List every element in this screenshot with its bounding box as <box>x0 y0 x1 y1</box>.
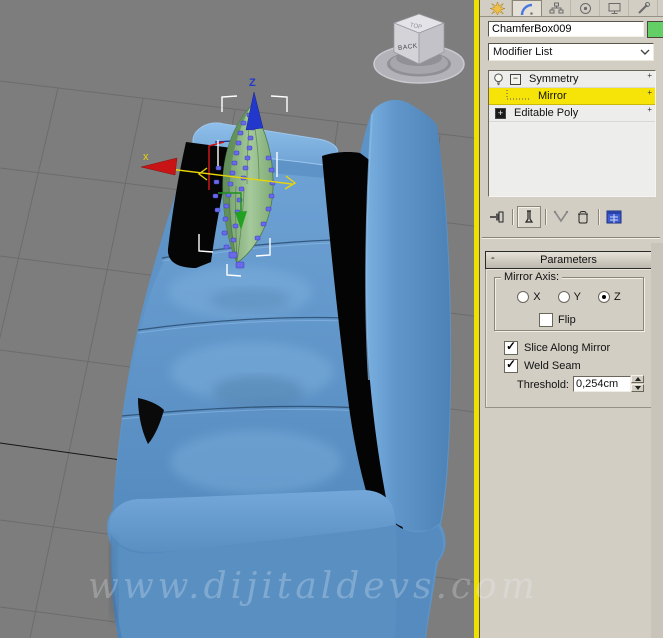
command-panel: Modifier List − Symmetry + Mirror + <box>479 0 663 638</box>
rollout-collapse-icon[interactable]: - <box>491 252 495 264</box>
radio-x[interactable]: X <box>517 291 541 303</box>
flip-checkbox-row[interactable]: Flip <box>539 313 576 327</box>
remove-modifier-button[interactable] <box>572 207 594 227</box>
viewport-3d[interactable]: Z x TOP BACK <box>0 0 474 638</box>
remove-modifier-icon <box>578 210 588 223</box>
threshold-label: Threshold: <box>517 379 569 391</box>
chevron-down-icon[interactable] <box>637 49 653 55</box>
spinner-down-icon <box>634 386 641 390</box>
checkmark-icon: ✓ <box>506 357 517 371</box>
radio-x-label: X <box>533 291 541 303</box>
panel-divider <box>482 237 660 239</box>
stack-row-marker: + <box>647 88 652 97</box>
slice-along-mirror-label: Slice Along Mirror <box>524 342 611 354</box>
parameters-rollout-header[interactable]: - Parameters <box>485 251 652 269</box>
radio-selected-dot <box>601 295 606 299</box>
tab-create[interactable] <box>483 0 512 16</box>
tab-modify[interactable] <box>512 0 542 16</box>
x-axis-label: x <box>143 151 149 163</box>
spinner-down-button[interactable] <box>631 384 644 392</box>
tab-utilities[interactable] <box>629 0 658 16</box>
make-unique-button[interactable] <box>550 207 572 227</box>
collapse-toggle-icon[interactable]: + <box>495 107 506 119</box>
modifier-stack[interactable]: − Symmetry + Mirror + + Editable Poly + <box>488 70 656 197</box>
radio-z-label: Z <box>613 291 621 303</box>
utilities-icon <box>637 2 650 14</box>
mirror-axis-group: Mirror Axis: X Y Z Flip <box>494 271 644 331</box>
radio-z-icon[interactable] <box>597 291 610 303</box>
threshold-input[interactable]: 0,254cm <box>573 376 631 392</box>
toolbar-separator <box>512 209 513 225</box>
weld-seam-row[interactable]: ✓ Weld Seam <box>504 357 581 373</box>
panel-right-gutter <box>651 243 663 638</box>
radio-x-icon[interactable] <box>517 291 530 303</box>
screen: Z x TOP BACK ChamferBox009 Modifier List… <box>0 0 663 638</box>
modify-icon <box>520 3 533 16</box>
create-icon <box>489 2 505 15</box>
pin-stack-button[interactable] <box>486 207 508 227</box>
show-end-result-button[interactable] <box>517 206 541 228</box>
stack-item-mirror[interactable]: Mirror + <box>489 88 655 105</box>
stack-item-label: Editable Poly <box>514 107 579 119</box>
parameters-rollout: - Parameters Mirror Axis: X Y Z Flip ✓ S… <box>485 251 652 408</box>
z-axis-label: Z <box>249 77 256 89</box>
checkmark-icon: ✓ <box>506 339 517 353</box>
stack-toolbar <box>480 205 663 229</box>
command-panel-tabs <box>480 0 663 17</box>
configure-modifier-sets-button[interactable] <box>603 207 625 227</box>
weld-seam-label: Weld Seam <box>524 360 581 372</box>
hierarchy-icon <box>549 2 563 14</box>
object-name-input[interactable] <box>488 21 644 37</box>
mirror-axis-radios: X Y Z <box>495 291 643 303</box>
flip-checkbox[interactable] <box>539 313 553 327</box>
weld-seam-checkbox[interactable]: ✓ <box>504 357 518 373</box>
show-end-result-icon <box>524 210 534 223</box>
object-color-swatch[interactable] <box>647 21 663 38</box>
modifier-list-label: Modifier List <box>493 46 553 58</box>
parameters-rollout-body: Mirror Axis: X Y Z Flip ✓ Slice Along Mi… <box>485 269 652 408</box>
display-icon <box>608 3 620 14</box>
motion-icon <box>579 3 591 14</box>
stack-item-editable-poly[interactable]: + Editable Poly + <box>489 105 655 122</box>
stack-row-marker: + <box>647 105 652 114</box>
toolbar-separator <box>545 209 546 225</box>
tab-motion[interactable] <box>571 0 600 16</box>
radio-y[interactable]: Y <box>557 291 581 303</box>
tab-hierarchy[interactable] <box>542 0 571 16</box>
slice-along-mirror-row[interactable]: ✓ Slice Along Mirror <box>504 339 611 355</box>
radio-y-label: Y <box>573 291 581 303</box>
threshold-spinner <box>631 375 644 392</box>
make-unique-icon <box>553 210 569 223</box>
spinner-up-icon <box>634 377 641 381</box>
toolbar-separator <box>598 209 599 225</box>
stack-item-symmetry[interactable]: − Symmetry + <box>489 71 655 88</box>
stack-item-label: Mirror <box>538 90 567 102</box>
tab-display[interactable] <box>600 0 629 16</box>
expand-toggle-icon[interactable]: − <box>510 73 521 85</box>
bulb-icon[interactable] <box>493 73 504 86</box>
configure-modifier-sets-icon <box>606 210 622 224</box>
modifier-list-dropdown[interactable]: Modifier List <box>488 43 654 61</box>
mirror-axis-group-label: Mirror Axis: <box>501 271 562 283</box>
radio-z[interactable]: Z <box>597 291 621 303</box>
pin-stack-icon <box>489 211 503 223</box>
branch-line-icon <box>506 90 530 100</box>
flip-label: Flip <box>558 314 576 326</box>
stack-row-marker: + <box>647 71 652 80</box>
spinner-up-button[interactable] <box>631 375 644 383</box>
slice-along-mirror-checkbox[interactable]: ✓ <box>504 339 518 355</box>
stack-item-label: Symmetry <box>529 73 579 85</box>
rollout-title: Parameters <box>540 254 597 266</box>
radio-y-icon[interactable] <box>557 291 570 303</box>
